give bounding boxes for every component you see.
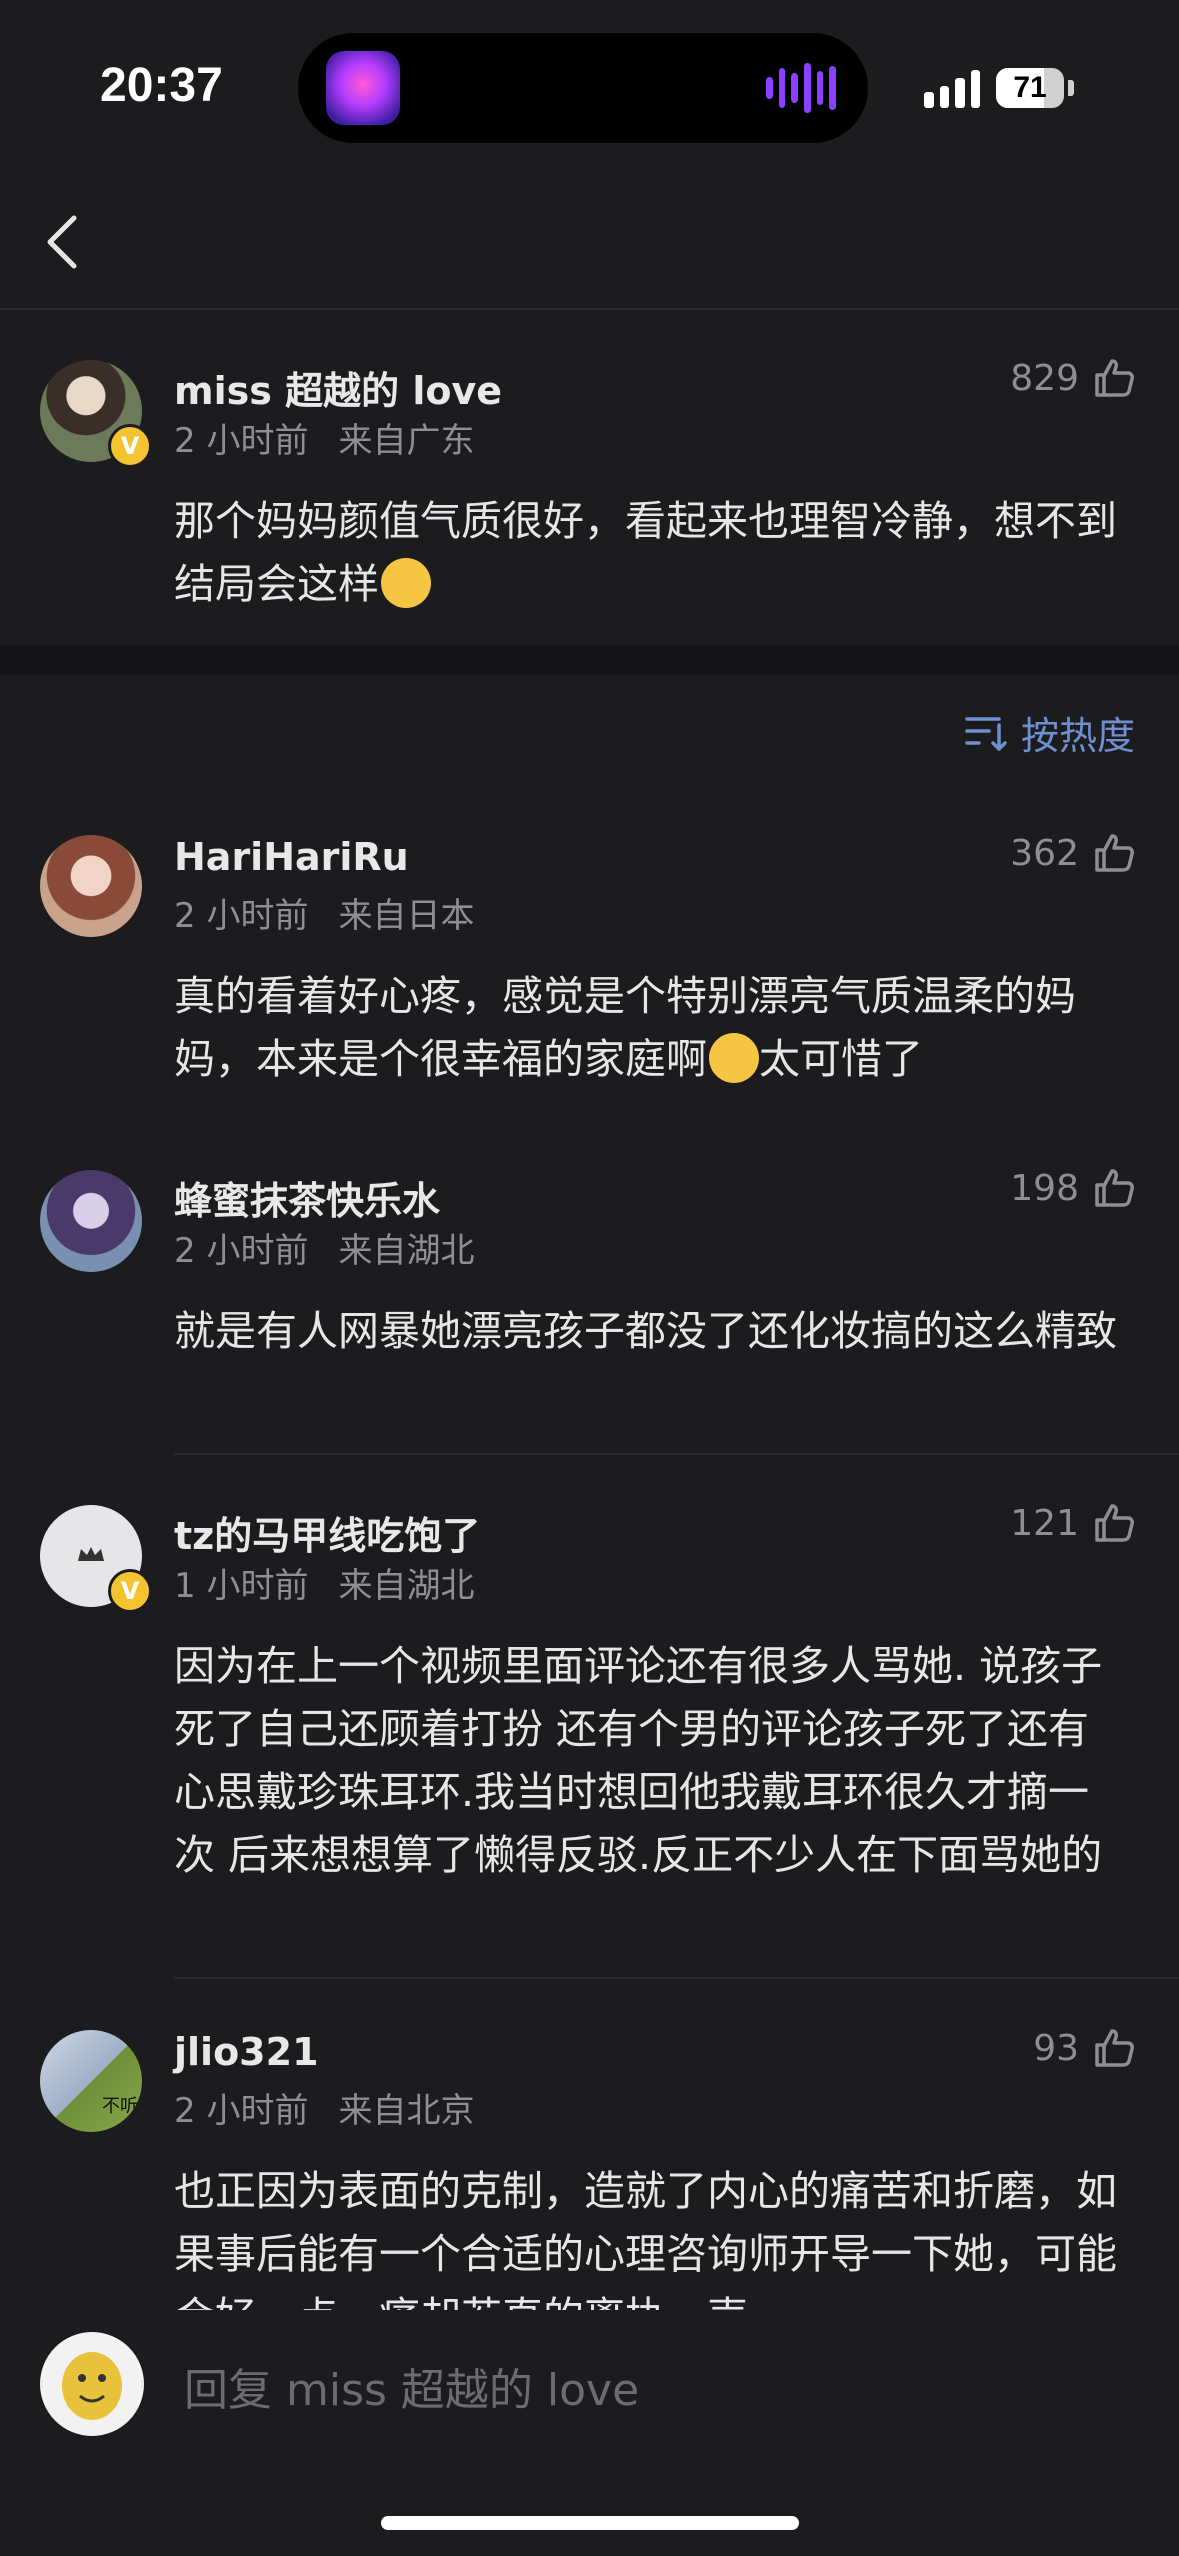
comment-text: 也正因为表面的克制，造就了内心的痛苦和折磨，如果事后能有一个合适的心理咨询师开导… (174, 2167, 1117, 2310)
audio-waveform-icon (766, 63, 837, 113)
avatar[interactable]: 不听 (40, 2030, 142, 2132)
comment-time: 2 小时前 (174, 421, 309, 461)
reply-input[interactable]: 回复 miss 超越的 love (184, 2354, 639, 2418)
sort-icon (965, 716, 1007, 751)
comment-meta: 2 小时前 来自广东 (174, 413, 474, 462)
sort-by-hot-button[interactable]: 按热度 (965, 705, 1135, 760)
like-count: 198 (1010, 1167, 1079, 1209)
comment-location: 来自广东 (338, 421, 475, 461)
comment-meta: 2 小时前 来自湖北 (174, 1231, 475, 1271)
username[interactable]: jlio321 (174, 2030, 319, 2074)
verified-badge-icon: V (108, 424, 152, 468)
comment-meta: 2 小时前 来自日本 (174, 896, 475, 936)
sort-label: 按热度 (1020, 714, 1135, 758)
like-count: 93 (1033, 2027, 1079, 2069)
comment-text: 就是有人网暴她漂亮孩子都没了还化妆搞的这么精致 (174, 1307, 1117, 1355)
like-count: 121 (1010, 1502, 1079, 1544)
username[interactable]: HariHariRu (174, 835, 409, 879)
section-divider (0, 645, 1179, 675)
like-count: 829 (1010, 357, 1079, 399)
thumbs-up-icon (1095, 2029, 1134, 2067)
thumbs-up-icon (1095, 834, 1134, 872)
sort-row: 按热度 (0, 675, 1179, 785)
avatar-label: 不听 (102, 2096, 138, 2117)
parent-comment: V miss 超越的 love 2 小时前 来自广东 829 那个妈妈颜值气质很好… (0, 310, 1179, 645)
like-button[interactable]: 93 (1033, 2027, 1135, 2069)
loudly-crying-face-icon (709, 1033, 759, 1083)
comment-text: 因为在上一个视频里面评论还有很多人骂她. 说孩子死了自己还顾着打扮 还有个男的评… (174, 1642, 1103, 1879)
back-chevron-icon[interactable] (38, 212, 98, 272)
like-button[interactable]: 362 (1010, 832, 1135, 874)
like-count: 362 (1010, 832, 1079, 874)
like-button[interactable]: 121 (1010, 1502, 1135, 1544)
username[interactable]: miss 超越的 love (174, 360, 502, 415)
like-button[interactable]: 198 (1010, 1167, 1135, 1209)
username[interactable]: 蜂蜜抹茶快乐水 (174, 1170, 440, 1225)
thumbs-up-icon (1095, 1504, 1134, 1542)
comment-item: 不听 jlio321 2 小时前 来自北京 93 也正因为表面的克制，造就了内心的… (0, 1980, 1179, 2310)
comment-divider (174, 1977, 1179, 1979)
battery-icon: 71 (996, 68, 1064, 108)
dynamic-island[interactable] (298, 33, 868, 143)
comment-meta: 1 小时前 来自湖北 (174, 1566, 475, 1606)
like-button[interactable]: 829 (1010, 357, 1135, 399)
comment-text: 那个妈妈颜值气质很好，看起来也理智冷静，想不到结局会这样 (174, 497, 1117, 608)
now-playing-artwork (326, 51, 400, 125)
home-indicator[interactable] (381, 2516, 799, 2530)
battery-percent: 71 (1013, 71, 1047, 104)
thumbs-up-icon (1095, 359, 1134, 397)
my-avatar[interactable] (40, 2332, 144, 2436)
comment-meta: 2 小时前 来自北京 (174, 2091, 475, 2131)
nav-bar (0, 180, 1179, 310)
username[interactable]: tz的马甲线吃饱了 (174, 1505, 480, 1560)
status-time: 20:37 (100, 59, 223, 112)
cellular-signal-icon (924, 68, 980, 108)
smiling-face-icon (62, 2352, 122, 2420)
thumbs-up-icon (1095, 1169, 1134, 1207)
face-with-tears-icon (381, 558, 431, 608)
comment-text: 真的看着好心疼，感觉是个特别漂亮气质温柔的妈妈，本来是个很幸福的家庭啊 太可惜了 (174, 972, 1076, 1083)
avatar[interactable] (40, 835, 142, 937)
verified-badge-icon: V (108, 1569, 152, 1613)
reply-bar: 回复 miss 超越的 love (0, 2310, 1179, 2460)
avatar[interactable] (40, 1170, 142, 1272)
status-bar: 20:37 71 (0, 0, 1179, 180)
comment-divider (174, 1453, 1179, 1455)
